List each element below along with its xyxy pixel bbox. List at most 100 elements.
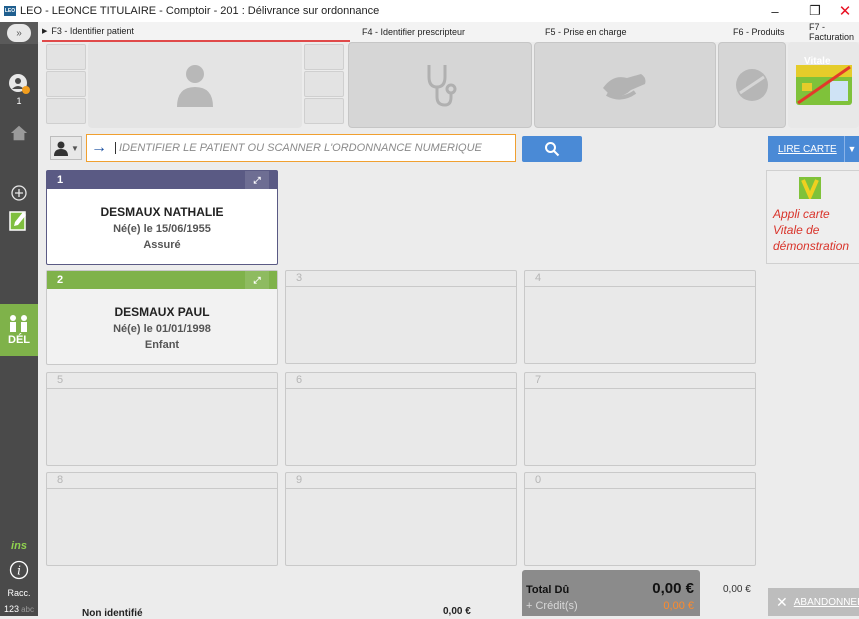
patient-dob: Né(e) le 01/01/1998 xyxy=(113,323,211,335)
products-tile[interactable] xyxy=(718,42,786,128)
vitale-card-tile[interactable]: Vitale xyxy=(788,42,859,128)
session-badge-count: 1 xyxy=(16,96,22,106)
read-card-button[interactable]: LIRE CARTE ▼ xyxy=(768,136,859,162)
arrow-right-icon: → xyxy=(91,139,107,156)
keyboard-toggle[interactable]: 123 abc xyxy=(0,602,38,616)
slot-number: 3 xyxy=(296,272,303,284)
user-icon xyxy=(177,65,213,107)
delivery-mode-button[interactable]: DÉL xyxy=(0,304,38,356)
search-icon xyxy=(545,142,560,157)
prescriber-shortcut-2[interactable] xyxy=(304,71,344,97)
tab-identify-patient[interactable]: ▶ F3 - Identifier patient xyxy=(42,22,350,42)
new-prescription-button[interactable] xyxy=(0,206,38,234)
globe-user-icon xyxy=(9,74,30,94)
handshake-icon xyxy=(603,74,646,100)
empty-patient-slot[interactable]: 6 xyxy=(285,372,517,466)
vitale-app-icon xyxy=(799,177,821,201)
slot-number: 7 xyxy=(535,374,542,386)
restore-button[interactable]: ❐ xyxy=(800,0,830,22)
patient-name: DESMAUX NATHALIE xyxy=(100,205,224,219)
patient-search-input[interactable]: → IDENTIFIER LE PATIENT OU SCANNER L'ORD… xyxy=(86,134,516,162)
prescriber-shortcut-3[interactable] xyxy=(304,98,344,124)
window-title: LEO - LEONCE TITULAIRE - Comptoir - 201 … xyxy=(20,5,380,17)
patient-name: DESMAUX PAUL xyxy=(114,305,210,319)
tab-billing[interactable]: F7 - Facturation xyxy=(809,22,859,42)
close-button[interactable]: ✕ xyxy=(830,0,859,22)
patient-shortcut-1[interactable] xyxy=(46,44,86,70)
remote-session-button[interactable]: 1 xyxy=(0,66,38,112)
edit-document-icon xyxy=(9,211,26,231)
patient-card-1[interactable]: 1 ⤢ DESMAUX NATHALIE Né(e) le 15/06/1955… xyxy=(46,170,278,265)
prescriber-tile[interactable] xyxy=(348,42,532,128)
tab-coverage[interactable]: F5 - Prise en charge xyxy=(545,22,627,42)
slot-number: 2 xyxy=(57,274,64,286)
home-button[interactable] xyxy=(0,118,38,148)
slot-number: 1 xyxy=(57,174,64,186)
pharmacist-icon xyxy=(10,315,27,332)
patient-role: Assuré xyxy=(143,239,181,251)
slot-header xyxy=(525,373,755,389)
total-due-panel: Total Dû 0,00 € + Crédit(s) 0,00 € xyxy=(522,570,700,616)
pill-icon xyxy=(736,69,768,101)
patient-role: Enfant xyxy=(144,339,180,351)
abandon-button[interactable]: ✕ ABANDONNER xyxy=(768,588,859,616)
paid-amount: 0,00 € xyxy=(723,584,751,595)
search-button[interactable] xyxy=(522,136,582,162)
collapse-toggle[interactable]: » xyxy=(0,22,38,44)
vitale-app-line: Appli carte xyxy=(773,207,830,221)
stethoscope-icon xyxy=(427,65,457,107)
total-due-value: 0,00 € xyxy=(652,580,694,597)
slot-number: 0 xyxy=(535,474,542,486)
info-button[interactable]: i xyxy=(0,558,38,582)
slot-header xyxy=(286,373,516,389)
tab-products[interactable]: F6 - Produits xyxy=(733,22,785,42)
add-button[interactable] xyxy=(0,182,38,204)
coverage-tile[interactable] xyxy=(534,42,716,128)
empty-patient-slot[interactable]: 3 xyxy=(285,270,517,364)
empty-patient-slot[interactable]: 5 xyxy=(46,372,278,466)
credit-value: 0,00 € xyxy=(663,600,694,612)
slot-header xyxy=(47,373,277,389)
keyboard-label: 123 xyxy=(4,604,20,614)
user-icon xyxy=(54,141,69,156)
tab-label: F7 - Facturation xyxy=(809,22,855,42)
expand-icon[interactable]: ⤢ xyxy=(245,171,269,189)
empty-patient-slot[interactable]: 8 xyxy=(46,472,278,566)
ins-button[interactable]: ins xyxy=(0,536,38,556)
search-placeholder: IDENTIFIER LE PATIENT OU SCANNER L'ORDON… xyxy=(115,142,482,154)
tab-identify-prescriber[interactable]: F4 - Identifier prescripteur xyxy=(362,22,465,42)
tab-label: F6 - Produits xyxy=(733,27,785,37)
chevron-down-icon: ▼ xyxy=(71,143,79,153)
slot-number: 9 xyxy=(296,474,303,486)
shortcuts-button[interactable]: Racc. xyxy=(0,586,38,600)
empty-patient-slot[interactable]: 4 xyxy=(524,270,756,364)
left-sidebar: » 1 DÉL ins i Racc. 123 abc xyxy=(0,22,38,616)
patient-shortcut-3[interactable] xyxy=(46,98,86,124)
expand-icon[interactable]: ⤢ xyxy=(245,271,269,289)
minimize-button[interactable]: – xyxy=(760,0,790,22)
empty-patient-slot[interactable]: 7 xyxy=(524,372,756,466)
total-due-label: Total Dû xyxy=(526,584,570,596)
abandon-label: ABANDONNER xyxy=(793,596,859,608)
app-logo: LEO xyxy=(4,6,16,16)
patient-card-header: 2 ⤢ xyxy=(47,271,277,289)
prescriber-shortcut-1[interactable] xyxy=(304,44,344,70)
chevron-down-icon[interactable]: ▼ xyxy=(844,136,859,162)
patient-type-dropdown[interactable]: ▼ xyxy=(50,136,82,160)
non-identified-label: Non identifié xyxy=(82,608,143,619)
play-icon: ▶ xyxy=(42,28,48,35)
empty-patient-slot[interactable]: 9 xyxy=(285,472,517,566)
vitale-app-panel: Appli carte Vitale de démonstration xyxy=(766,170,859,264)
vitale-card-icon xyxy=(795,65,852,105)
patient-card-2[interactable]: 2 ⤢ DESMAUX PAUL Né(e) le 01/01/1998 Enf… xyxy=(46,270,278,365)
patient-tile[interactable] xyxy=(88,42,302,128)
empty-patient-slot[interactable]: 0 xyxy=(524,472,756,566)
keyboard-label-abc: abc xyxy=(21,604,34,614)
shortcuts-label: Racc. xyxy=(7,588,31,598)
credit-label: + Crédit(s) xyxy=(526,600,578,612)
patient-shortcut-2[interactable] xyxy=(46,71,86,97)
slot-header xyxy=(47,473,277,489)
read-card-label: LIRE CARTE xyxy=(778,143,837,155)
slot-number: 5 xyxy=(57,374,64,386)
tab-label: F3 - Identifier patient xyxy=(51,26,134,36)
